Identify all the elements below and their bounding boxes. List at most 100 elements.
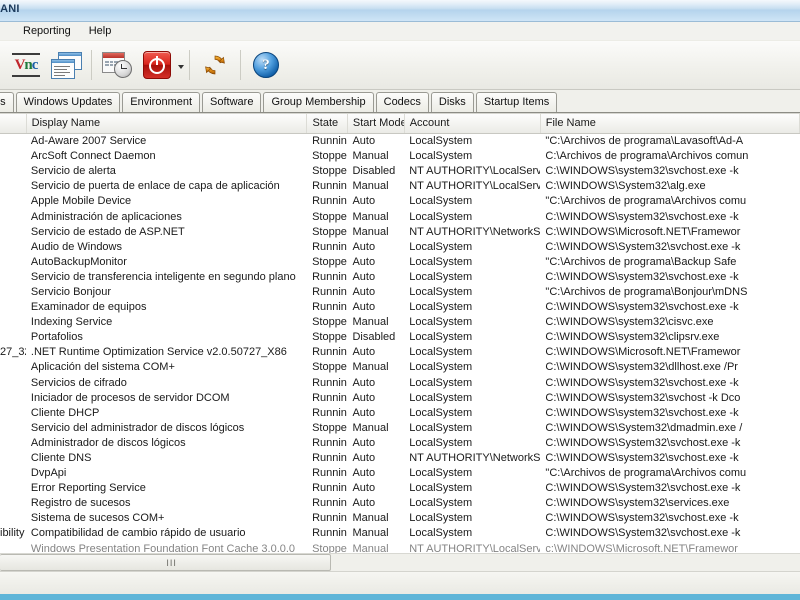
- cell-c0: [0, 391, 26, 406]
- column-header-account[interactable]: Account: [405, 114, 541, 133]
- table-row[interactable]: Examinador de equipos Running Auto LocalSys…: [0, 300, 800, 315]
- shutdown-button[interactable]: [137, 44, 177, 86]
- table-row[interactable]: DvpApi Running Auto LocalSystem "C:\Archivos…: [0, 466, 800, 481]
- table-row[interactable]: 27_32 .NET Runtime Optimization Service v…: [0, 345, 800, 360]
- cell-name: Administrador de discos lógicos: [30, 436, 186, 449]
- toolbar: Vnc ?: [0, 41, 800, 90]
- desktop-edge: [0, 594, 800, 600]
- cell-account: LocalSystem: [409, 391, 473, 404]
- shutdown-dropdown-arrow-icon[interactable]: [178, 65, 184, 69]
- cell-file: C:\WINDOWS\Microsoft.NET\Framewor: [545, 346, 741, 359]
- column-header-state[interactable]: State: [307, 114, 348, 133]
- cell-file: C:\WINDOWS\System32\svchost.exe -k: [545, 527, 741, 540]
- table-row[interactable]: Servicios de cifrado Running Auto LocalSyst…: [0, 376, 800, 391]
- column-header-display-name[interactable]: Display Name: [27, 114, 308, 133]
- scrollbar-grip-icon: III: [166, 557, 177, 568]
- cell-account: LocalSystem: [409, 406, 473, 419]
- tab-disks[interactable]: Disks: [430, 92, 474, 112]
- cell-state: Stopped: [312, 331, 347, 344]
- help-button[interactable]: ?: [246, 44, 286, 86]
- table-row[interactable]: Servicio de estado de ASP.NET Stopped Manu…: [0, 225, 800, 240]
- tab-group-membership[interactable]: Group Membership: [263, 92, 374, 112]
- table-row[interactable]: Apple Mobile Device Running Auto LocalSyste…: [0, 194, 800, 209]
- tab-software[interactable]: Software: [202, 92, 262, 112]
- table-row[interactable]: Registro de sucesos Running Auto LocalSyste…: [0, 496, 800, 511]
- column-header-file-name[interactable]: File Name: [541, 114, 800, 133]
- cell-account: LocalSystem: [409, 436, 473, 449]
- schedule-button[interactable]: [97, 44, 137, 86]
- table-row[interactable]: AutoBackupMonitor Stopped Auto LocalSystem "…: [0, 255, 800, 270]
- toolbar-separator-1: [91, 50, 92, 80]
- cell-file: C:\WINDOWS\System32\svchost.exe -k: [545, 240, 741, 253]
- cell-c0: [0, 511, 26, 526]
- refresh-circular-arrows-icon: [202, 52, 228, 78]
- cell-state: Running: [312, 346, 347, 359]
- cell-name: Servicio de puerta de enlace de capa de …: [30, 180, 280, 193]
- cell-account: LocalSystem: [409, 512, 473, 525]
- table-row[interactable]: Aplicación del sistema COM+ Stopped Manual…: [0, 360, 800, 375]
- menu-item-help[interactable]: Help: [80, 24, 121, 38]
- tab-clipped-left[interactable]: es: [0, 92, 14, 112]
- horizontal-scrollbar[interactable]: III: [0, 553, 800, 571]
- tab-strip: es Windows Updates Environment Software …: [0, 90, 800, 113]
- table-row[interactable]: Indexing Service Stopped Manual LocalSystem…: [0, 315, 800, 330]
- table-row[interactable]: Windows Presentation Foundation Font Cac…: [0, 542, 800, 553]
- vnc-icon: Vnc: [11, 51, 41, 79]
- table-row[interactable]: Audio de Windows Running Auto LocalSystem C:…: [0, 240, 800, 255]
- refresh-button[interactable]: [195, 44, 235, 86]
- title-bar[interactable]: DANI: [0, 0, 800, 22]
- cell-name: Audio de Windows: [30, 240, 122, 253]
- tab-codecs[interactable]: Codecs: [375, 92, 429, 112]
- cell-c0: [0, 481, 26, 496]
- table-row[interactable]: ibility Compatibilidad de cambio rápido d…: [0, 526, 800, 541]
- table-row[interactable]: Error Reporting Service Running Auto LocalS…: [0, 481, 800, 496]
- table-row[interactable]: ArcSoft Connect Daemon Stopped Manual Local…: [0, 149, 800, 164]
- table-row[interactable]: Portafolios Stopped Disabled LocalSystem C:\…: [0, 330, 800, 345]
- table-row[interactable]: Ad-Aware 2007 Service Running Auto LocalSys…: [0, 134, 800, 149]
- tab-environment[interactable]: Environment: [122, 92, 201, 112]
- tab-startup-items[interactable]: Startup Items: [475, 92, 558, 112]
- table-row[interactable]: Servicio de transferencia inteligente en…: [0, 270, 800, 285]
- menu-item-reporting[interactable]: Reporting: [14, 24, 80, 38]
- column-header-start-mode[interactable]: Start Mode: [348, 114, 405, 133]
- cell-name: Examinador de equipos: [30, 301, 147, 314]
- cell-name: Windows Presentation Foundation Font Cac…: [30, 542, 296, 553]
- cell-c0: [0, 149, 26, 164]
- cell-state: Running: [312, 135, 347, 148]
- cell-mode: Manual: [352, 225, 389, 238]
- table-row[interactable]: Servicio del administrador de discos lóg…: [0, 421, 800, 436]
- horizontal-scrollbar-thumb[interactable]: III: [0, 554, 331, 571]
- cell-mode: Auto: [352, 482, 376, 495]
- tab-windows-updates[interactable]: Windows Updates: [15, 92, 121, 112]
- cell-name: Servicios de cifrado: [30, 376, 127, 389]
- table-row[interactable]: Iniciador de procesos de servidor DCOM Ru…: [0, 391, 800, 406]
- window-list-button[interactable]: [46, 44, 86, 86]
- cell-file: c:\WINDOWS\Microsoft.NET\Framewor: [545, 542, 738, 553]
- cell-name: Sistema de sucesos COM+: [30, 512, 165, 525]
- cell-name: Compatibilidad de cambio rápido de usuar…: [30, 527, 246, 540]
- cell-name: Servicio Bonjour: [30, 285, 111, 298]
- table-row[interactable]: Sistema de sucesos COM+ Running Manual Loca…: [0, 511, 800, 526]
- cell-state: Running: [312, 376, 347, 389]
- menu-bar: Reporting Help: [0, 22, 800, 41]
- cell-mode: Manual: [352, 542, 389, 553]
- calendar-clock-icon: [102, 52, 132, 78]
- table-row[interactable]: Servicio Bonjour Running Auto LocalSystem "C…: [0, 285, 800, 300]
- cell-account: NT AUTHORITY\LocalService: [409, 542, 541, 553]
- cell-c0: [0, 179, 26, 194]
- cell-file: C:\WINDOWS\system32\svchost.exe -k: [545, 452, 739, 465]
- cell-account: NT AUTHORITY\LocalService: [409, 165, 541, 178]
- column-header-blank[interactable]: [0, 114, 27, 133]
- cell-file: "C:\Archivos de programa\Backup Safe: [545, 255, 737, 268]
- table-row[interactable]: Administración de aplicaciones Stopped Man…: [0, 209, 800, 224]
- cell-state: Running: [312, 195, 347, 208]
- cell-state: Stopped: [312, 542, 347, 553]
- cell-file: "C:\Archivos de programa\Archivos comu: [545, 195, 747, 208]
- table-row[interactable]: Administrador de discos lógicos Running Au…: [0, 436, 800, 451]
- table-row[interactable]: Cliente DNS Running Auto NT AUTHORITY\Netwo…: [0, 451, 800, 466]
- table-row[interactable]: Servicio de alerta Stopped Disabled NT AUTH…: [0, 164, 800, 179]
- cell-name: AutoBackupMonitor: [30, 255, 127, 268]
- table-row[interactable]: Cliente DHCP Running Auto LocalSystem C:\WIN…: [0, 406, 800, 421]
- vnc-connect-button[interactable]: Vnc: [6, 44, 46, 86]
- table-row[interactable]: Servicio de puerta de enlace de capa de …: [0, 179, 800, 194]
